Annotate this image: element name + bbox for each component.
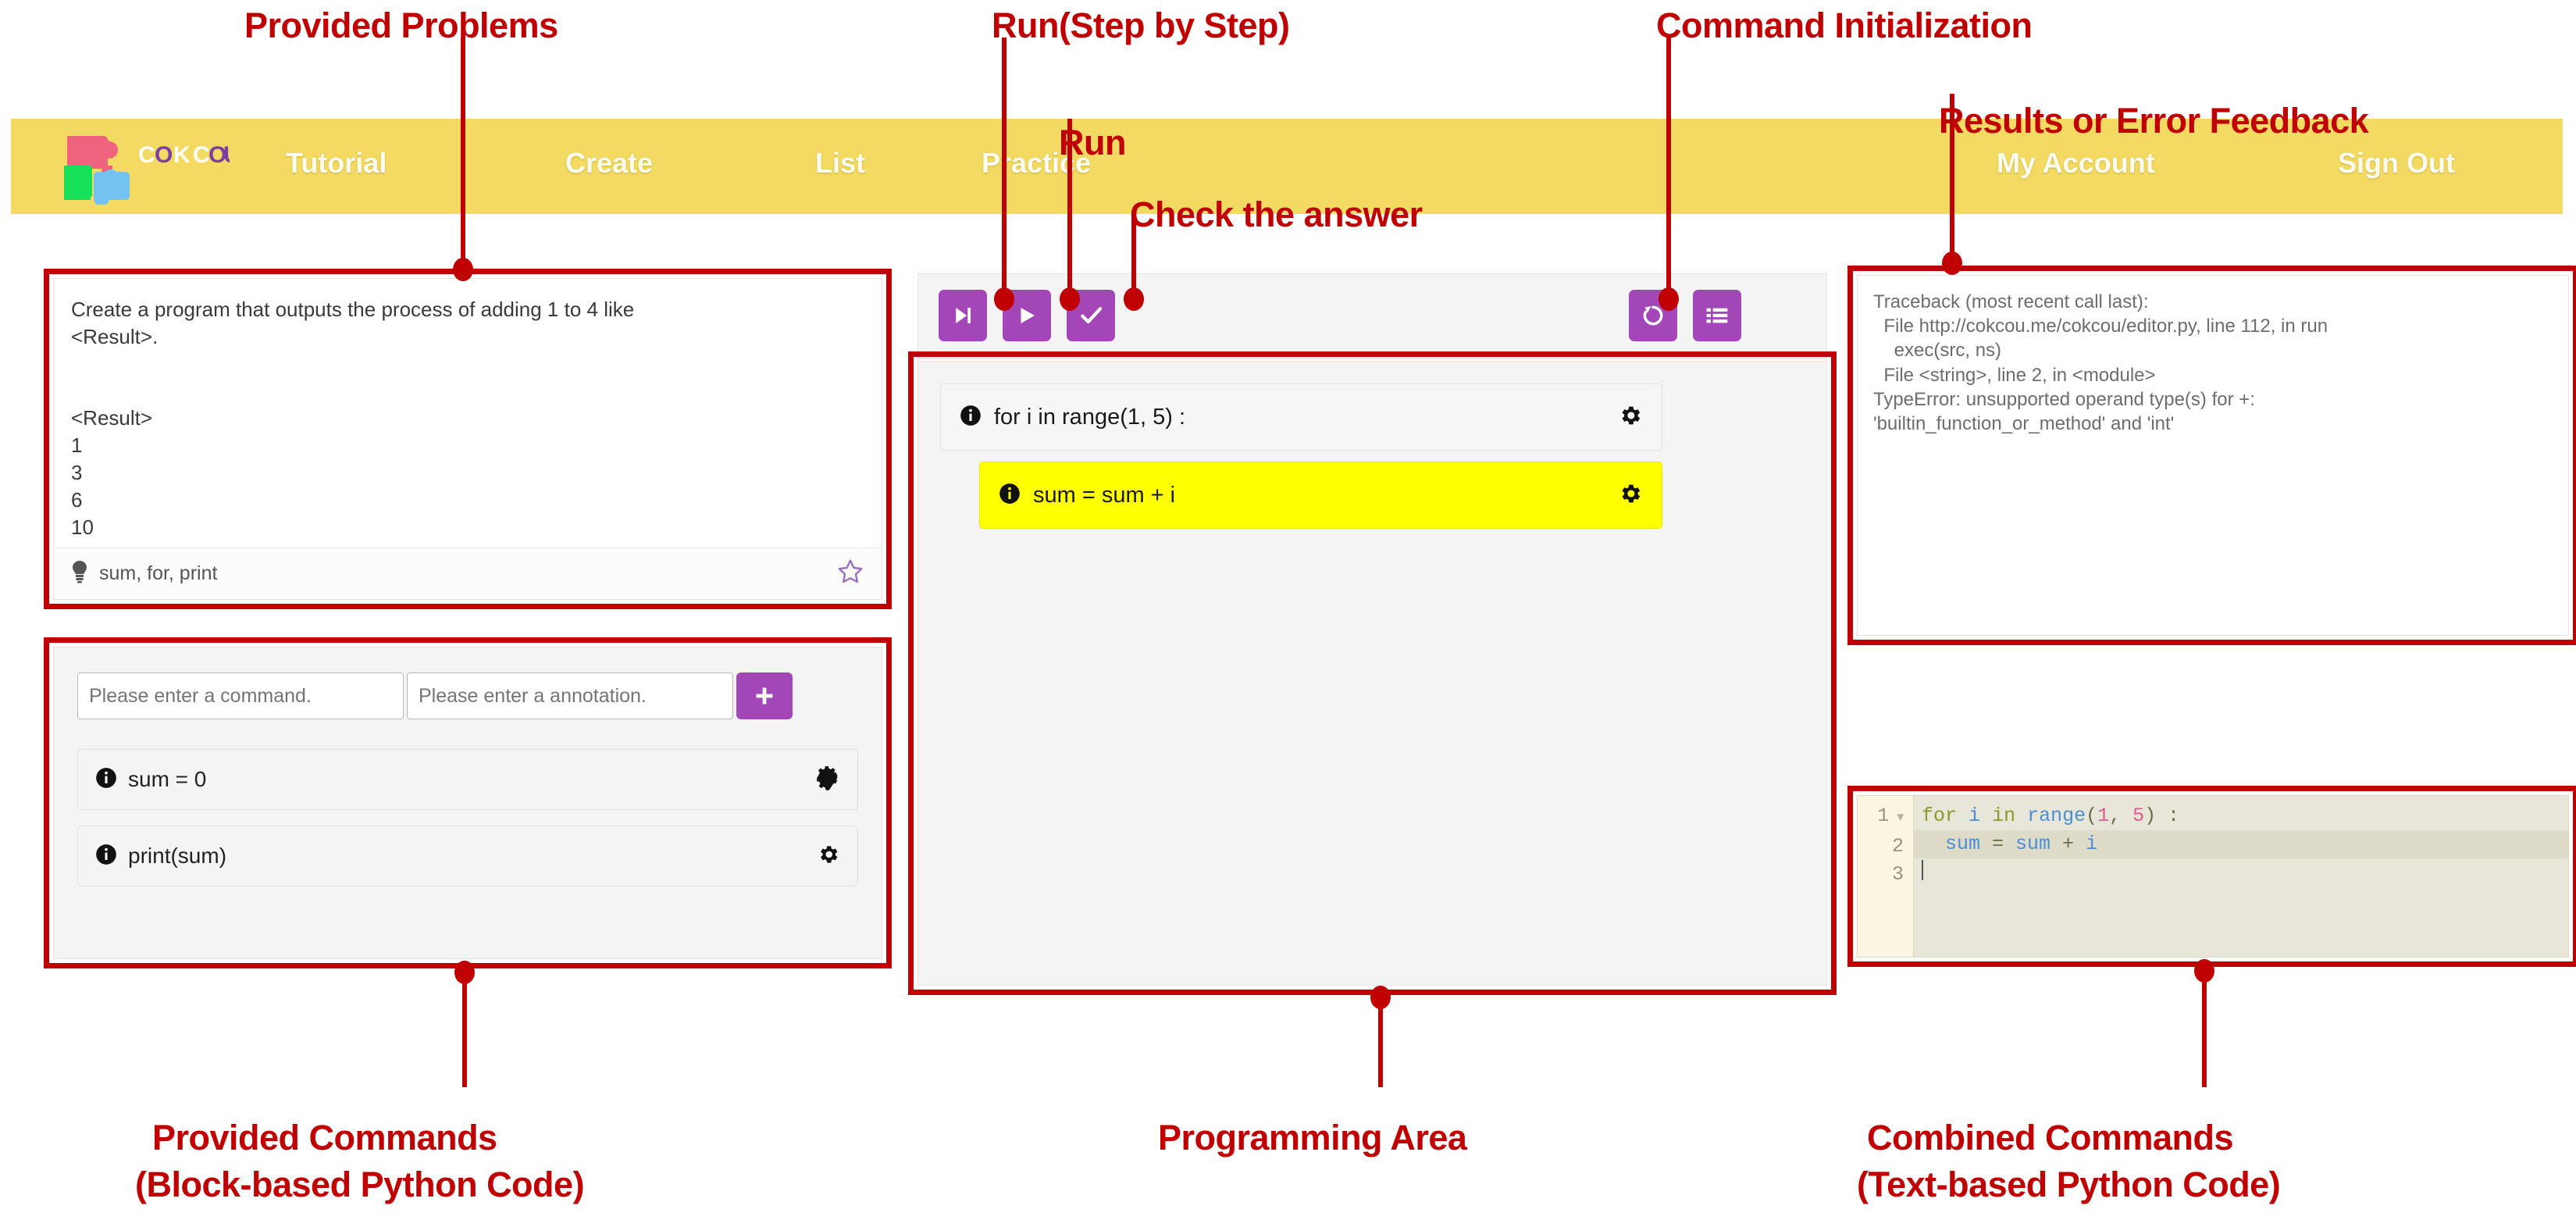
annotation-label-check-the-answer: Check the answer bbox=[1130, 194, 1423, 234]
command-block-label: print(sum) bbox=[128, 844, 227, 868]
problem-description: Create a program that outputs the proces… bbox=[71, 298, 635, 539]
program-block-label: sum = sum + i bbox=[1033, 482, 1176, 508]
info-icon bbox=[960, 405, 982, 430]
leader-dot-results-feedback bbox=[1942, 251, 1962, 275]
line-number-gutter: 1 2 3 bbox=[1858, 796, 1914, 957]
svg-text:O: O bbox=[155, 142, 173, 168]
annotation-label-run: Run bbox=[1059, 123, 1126, 162]
lightbulb-icon bbox=[71, 560, 88, 587]
info-icon bbox=[999, 483, 1021, 508]
leader-dot-command-init bbox=[1659, 287, 1679, 311]
plus-icon bbox=[756, 687, 773, 704]
annotation-label-combined-commands-2: (Text-based Python Code) bbox=[1857, 1165, 2281, 1204]
problem-footer: sum, for, print bbox=[54, 548, 882, 599]
gear-icon[interactable] bbox=[815, 765, 840, 794]
code-line-1: for i in range(1, 5) : bbox=[1922, 804, 2180, 827]
annotation-label-provided-commands-1: Provided Commands bbox=[152, 1118, 497, 1157]
annotation-label-command-initialization: Command Initialization bbox=[1656, 5, 2033, 45]
play-icon bbox=[1021, 308, 1035, 323]
leader-line-provided-problems bbox=[461, 37, 465, 272]
star-icon[interactable] bbox=[836, 558, 864, 590]
leader-line-run-step bbox=[1002, 37, 1007, 301]
traceback-output: Traceback (most recent call last): File … bbox=[1873, 291, 2328, 434]
code-text-area[interactable]: for i in range(1, 5) : sum = sum + i bbox=[1914, 796, 2568, 957]
provided-commands-panel: sum = 0 print(sum) bbox=[53, 647, 882, 959]
leader-dot-check-answer bbox=[1124, 287, 1144, 311]
annotation-label-programming-area: Programming Area bbox=[1158, 1118, 1467, 1157]
command-block-sum-zero[interactable]: sum = 0 bbox=[77, 749, 858, 810]
list-view-button[interactable] bbox=[1693, 290, 1741, 341]
check-icon bbox=[1081, 307, 1103, 324]
list-icon bbox=[1706, 308, 1728, 323]
line-number: 3 bbox=[1891, 863, 1904, 886]
leader-line-command-init bbox=[1666, 37, 1671, 301]
combined-commands-code-editor[interactable]: 1 2 3 for i in range(1, 5) : sum = sum +… bbox=[1857, 795, 2569, 958]
provided-problem-panel: Create a program that outputs the proces… bbox=[53, 278, 882, 600]
svg-text:U: U bbox=[223, 142, 230, 168]
annotation-label-provided-commands-2: (Block-based Python Code) bbox=[135, 1165, 585, 1204]
svg-text:C: C bbox=[138, 142, 155, 168]
leader-dot-combined-commands bbox=[2194, 959, 2214, 983]
annotation-label-combined-commands-1: Combined Commands bbox=[1867, 1118, 2234, 1157]
problem-hint: sum, for, print bbox=[99, 562, 218, 584]
nav-link-sign-out[interactable]: Sign Out bbox=[2338, 147, 2455, 180]
run-step-by-step-button[interactable] bbox=[939, 290, 987, 341]
command-input[interactable] bbox=[77, 672, 404, 719]
command-block-print-sum[interactable]: print(sum) bbox=[77, 826, 858, 886]
step-forward-icon bbox=[956, 308, 971, 323]
leader-dot-run-step bbox=[994, 287, 1014, 311]
info-icon bbox=[95, 844, 117, 869]
code-line-2: sum = sum + i bbox=[1914, 830, 2568, 858]
leader-dot-run bbox=[1060, 287, 1080, 311]
program-block-label: for i in range(1, 5) : bbox=[994, 404, 1185, 430]
leader-line-combined-commands bbox=[2202, 968, 2207, 1087]
gear-icon[interactable] bbox=[1616, 402, 1643, 433]
gear-icon[interactable] bbox=[815, 842, 840, 871]
program-block-for-loop[interactable]: for i in range(1, 5) : bbox=[940, 383, 1662, 451]
gear-icon[interactable] bbox=[1616, 480, 1643, 511]
svg-text:K: K bbox=[173, 142, 191, 168]
editor-toolbar bbox=[917, 273, 1827, 359]
leader-dot-programming-area bbox=[1370, 986, 1391, 1009]
text-caret bbox=[1922, 860, 1923, 880]
info-icon bbox=[95, 767, 117, 793]
programming-area[interactable]: for i in range(1, 5) : sum = sum + i bbox=[917, 361, 1827, 986]
code-line-3 bbox=[1914, 858, 2568, 886]
leader-dot-provided-problems bbox=[453, 258, 473, 281]
program-block-sum-accumulate[interactable]: sum = sum + i bbox=[979, 462, 1662, 529]
command-block-label: sum = 0 bbox=[128, 767, 207, 791]
add-command-button[interactable] bbox=[736, 672, 793, 719]
nav-link-tutorial[interactable]: Tutorial bbox=[286, 147, 387, 180]
nav-link-create[interactable]: Create bbox=[565, 147, 653, 180]
results-error-feedback-panel: Traceback (most recent call last): File … bbox=[1857, 275, 2569, 636]
annotation-label-provided-problems: Provided Problems bbox=[244, 5, 558, 45]
leader-line-provided-commands bbox=[462, 970, 467, 1087]
annotation-label-run-step-by-step: Run(Step by Step) bbox=[992, 5, 1290, 45]
command-entry-row bbox=[77, 672, 858, 719]
leader-dot-provided-commands bbox=[454, 961, 475, 984]
annotation-input[interactable] bbox=[407, 672, 733, 719]
nav-link-list[interactable]: List bbox=[815, 147, 865, 180]
svg-text:C: C bbox=[193, 142, 210, 168]
line-number: 2 bbox=[1891, 835, 1904, 858]
brand-logo[interactable]: C O K C O U bbox=[50, 130, 240, 206]
annotation-label-results-or-error-feedback: Results or Error Feedback bbox=[1939, 101, 2369, 141]
nav-link-my-account[interactable]: My Account bbox=[1997, 147, 2155, 180]
line-number: 1 bbox=[1858, 802, 1913, 833]
